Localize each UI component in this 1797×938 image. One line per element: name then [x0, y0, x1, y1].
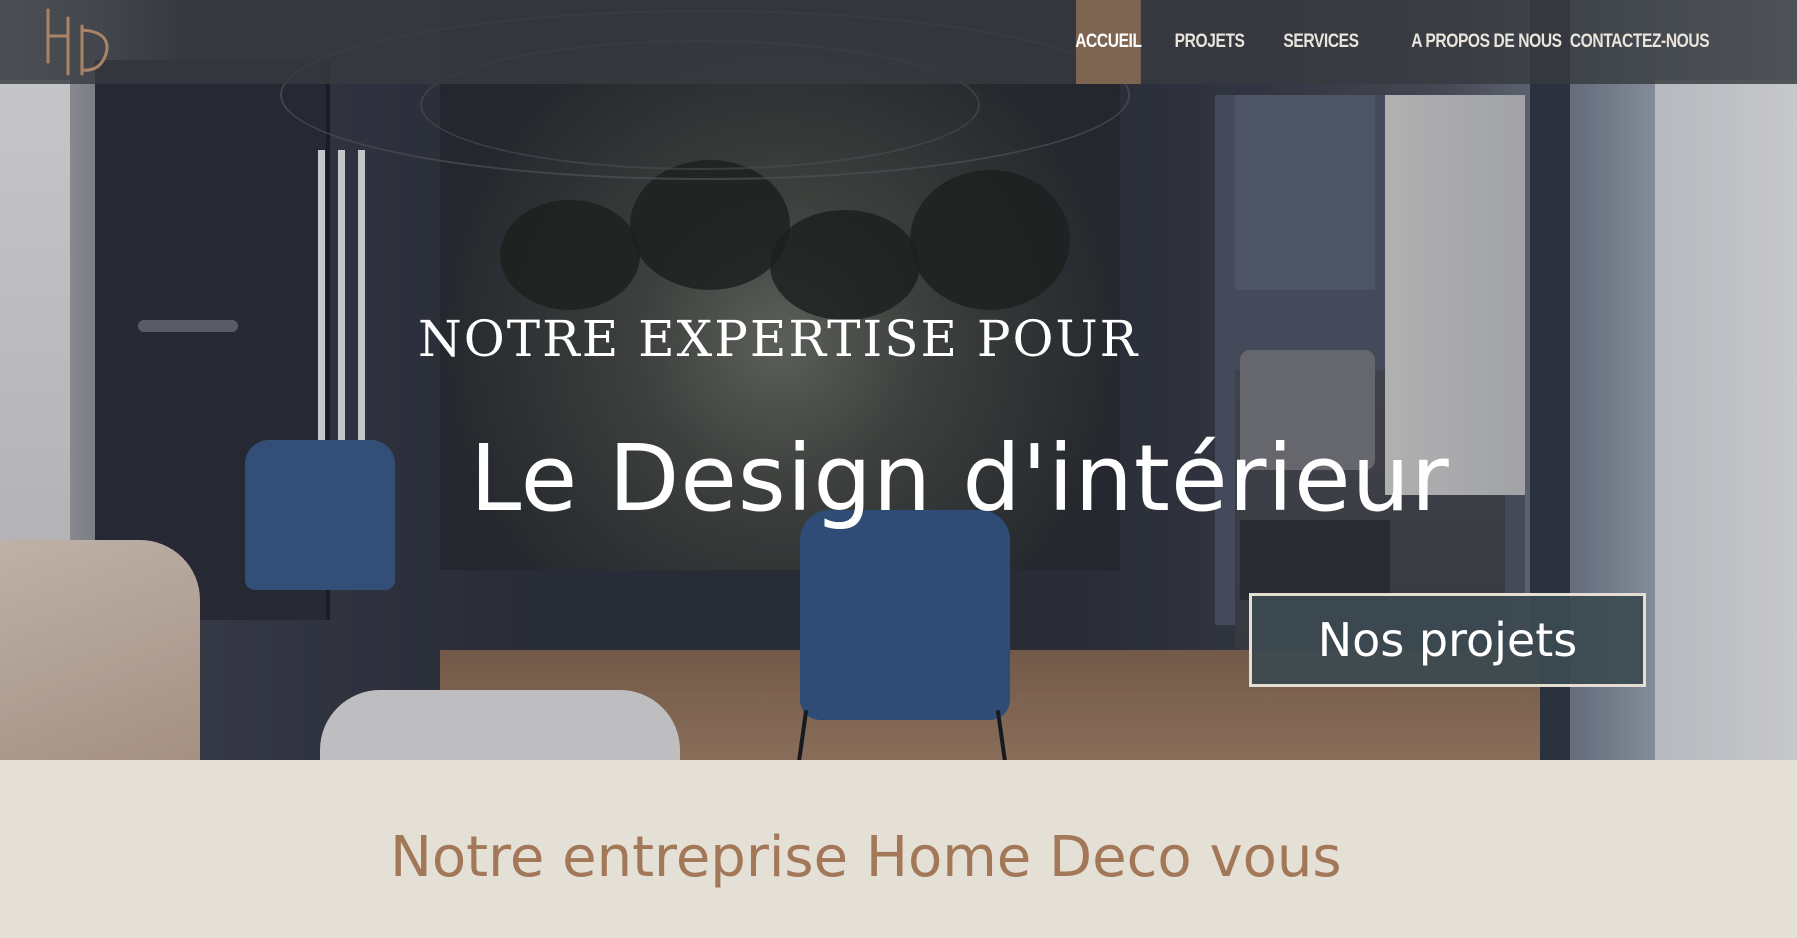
hero-title: Le Design d'intérieur — [470, 425, 1450, 532]
nav-services[interactable]: SERVICES — [1267, 0, 1364, 84]
brand-logo[interactable] — [40, 6, 114, 76]
nav-accueil[interactable]: ACCUEIL — [1075, 0, 1142, 84]
nav-contactez-nous[interactable]: CONTACTEZ-NOUS — [1560, 0, 1710, 84]
hero-kicker: NOTRE EXPERTISE POUR — [418, 310, 1140, 368]
nav-projets[interactable]: PROJETS — [1155, 0, 1247, 84]
logo-icon — [46, 8, 109, 76]
nav-a-propos[interactable]: A PROPOS DE NOUS — [1385, 0, 1562, 84]
site-header: ACCUEIL PROJETS SERVICES A PROPOS DE NOU… — [0, 0, 1797, 84]
hero-section: NOTRE EXPERTISE POUR Le Design d'intérie… — [0, 0, 1797, 760]
nos-projets-button[interactable]: Nos projets — [1249, 593, 1646, 687]
main-nav: ACCUEIL PROJETS SERVICES A PROPOS DE NOU… — [1075, 0, 1740, 84]
intro-heading: Notre entreprise Home Deco vous — [390, 825, 1342, 890]
